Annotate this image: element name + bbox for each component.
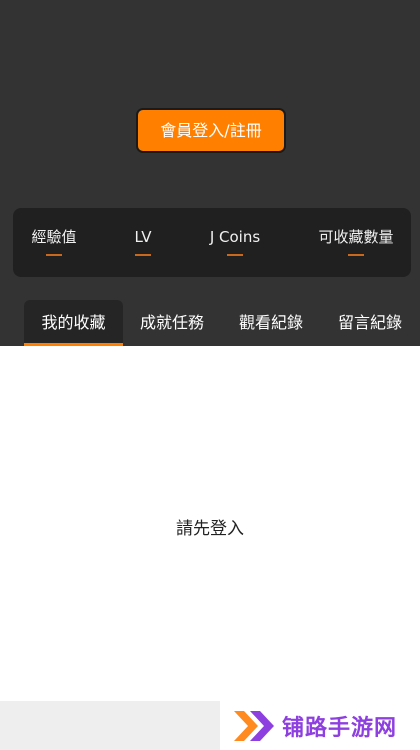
stats-card: 經驗值 LV J Coins 可收藏數量 <box>13 208 411 277</box>
stat-collection-capacity-label: 可收藏數量 <box>318 228 394 246</box>
watermark-arrow-logo-icon <box>234 711 274 741</box>
watermark-text: 铺路手游网 <box>282 716 398 741</box>
tab-comment-history-label: 留言紀錄 <box>337 313 402 332</box>
tab-comment-history[interactable]: 留言紀錄 <box>330 300 410 346</box>
stat-experience-label: 經驗值 <box>31 228 77 246</box>
profile-header: 會員登入/註冊 經驗值 LV J Coins 可收藏數量 我的收藏 成就任務 觀… <box>0 0 420 346</box>
tab-bar: 我的收藏 成就任務 觀看紀錄 留言紀錄 <box>0 300 420 346</box>
stat-level-placeholder <box>135 254 151 256</box>
login-register-button[interactable]: 會員登入/註冊 <box>136 108 286 153</box>
stat-level: LV <box>131 228 155 256</box>
bottom-bar <box>0 701 220 750</box>
stat-collection-capacity: 可收藏數量 <box>317 228 395 256</box>
stat-collection-capacity-placeholder <box>348 254 364 256</box>
tab-my-favorites-label: 我的收藏 <box>41 313 106 332</box>
login-required-message: 請先登入 <box>176 519 244 539</box>
stat-jcoins-label: J Coins <box>209 228 261 246</box>
tab-watch-history-label: 觀看紀錄 <box>238 313 303 332</box>
stat-level-label: LV <box>134 228 152 246</box>
stat-jcoins-placeholder <box>227 254 243 256</box>
stat-jcoins: J Coins <box>206 228 264 256</box>
stat-experience-placeholder <box>46 254 62 256</box>
tab-my-favorites[interactable]: 我的收藏 <box>24 300 123 346</box>
watermark: 铺路手游网 <box>220 701 420 750</box>
tab-watch-history[interactable]: 觀看紀錄 <box>231 300 311 346</box>
stat-experience: 經驗值 <box>30 228 78 256</box>
tab-achievements[interactable]: 成就任務 <box>132 300 212 346</box>
tab-achievements-label: 成就任務 <box>139 313 204 332</box>
